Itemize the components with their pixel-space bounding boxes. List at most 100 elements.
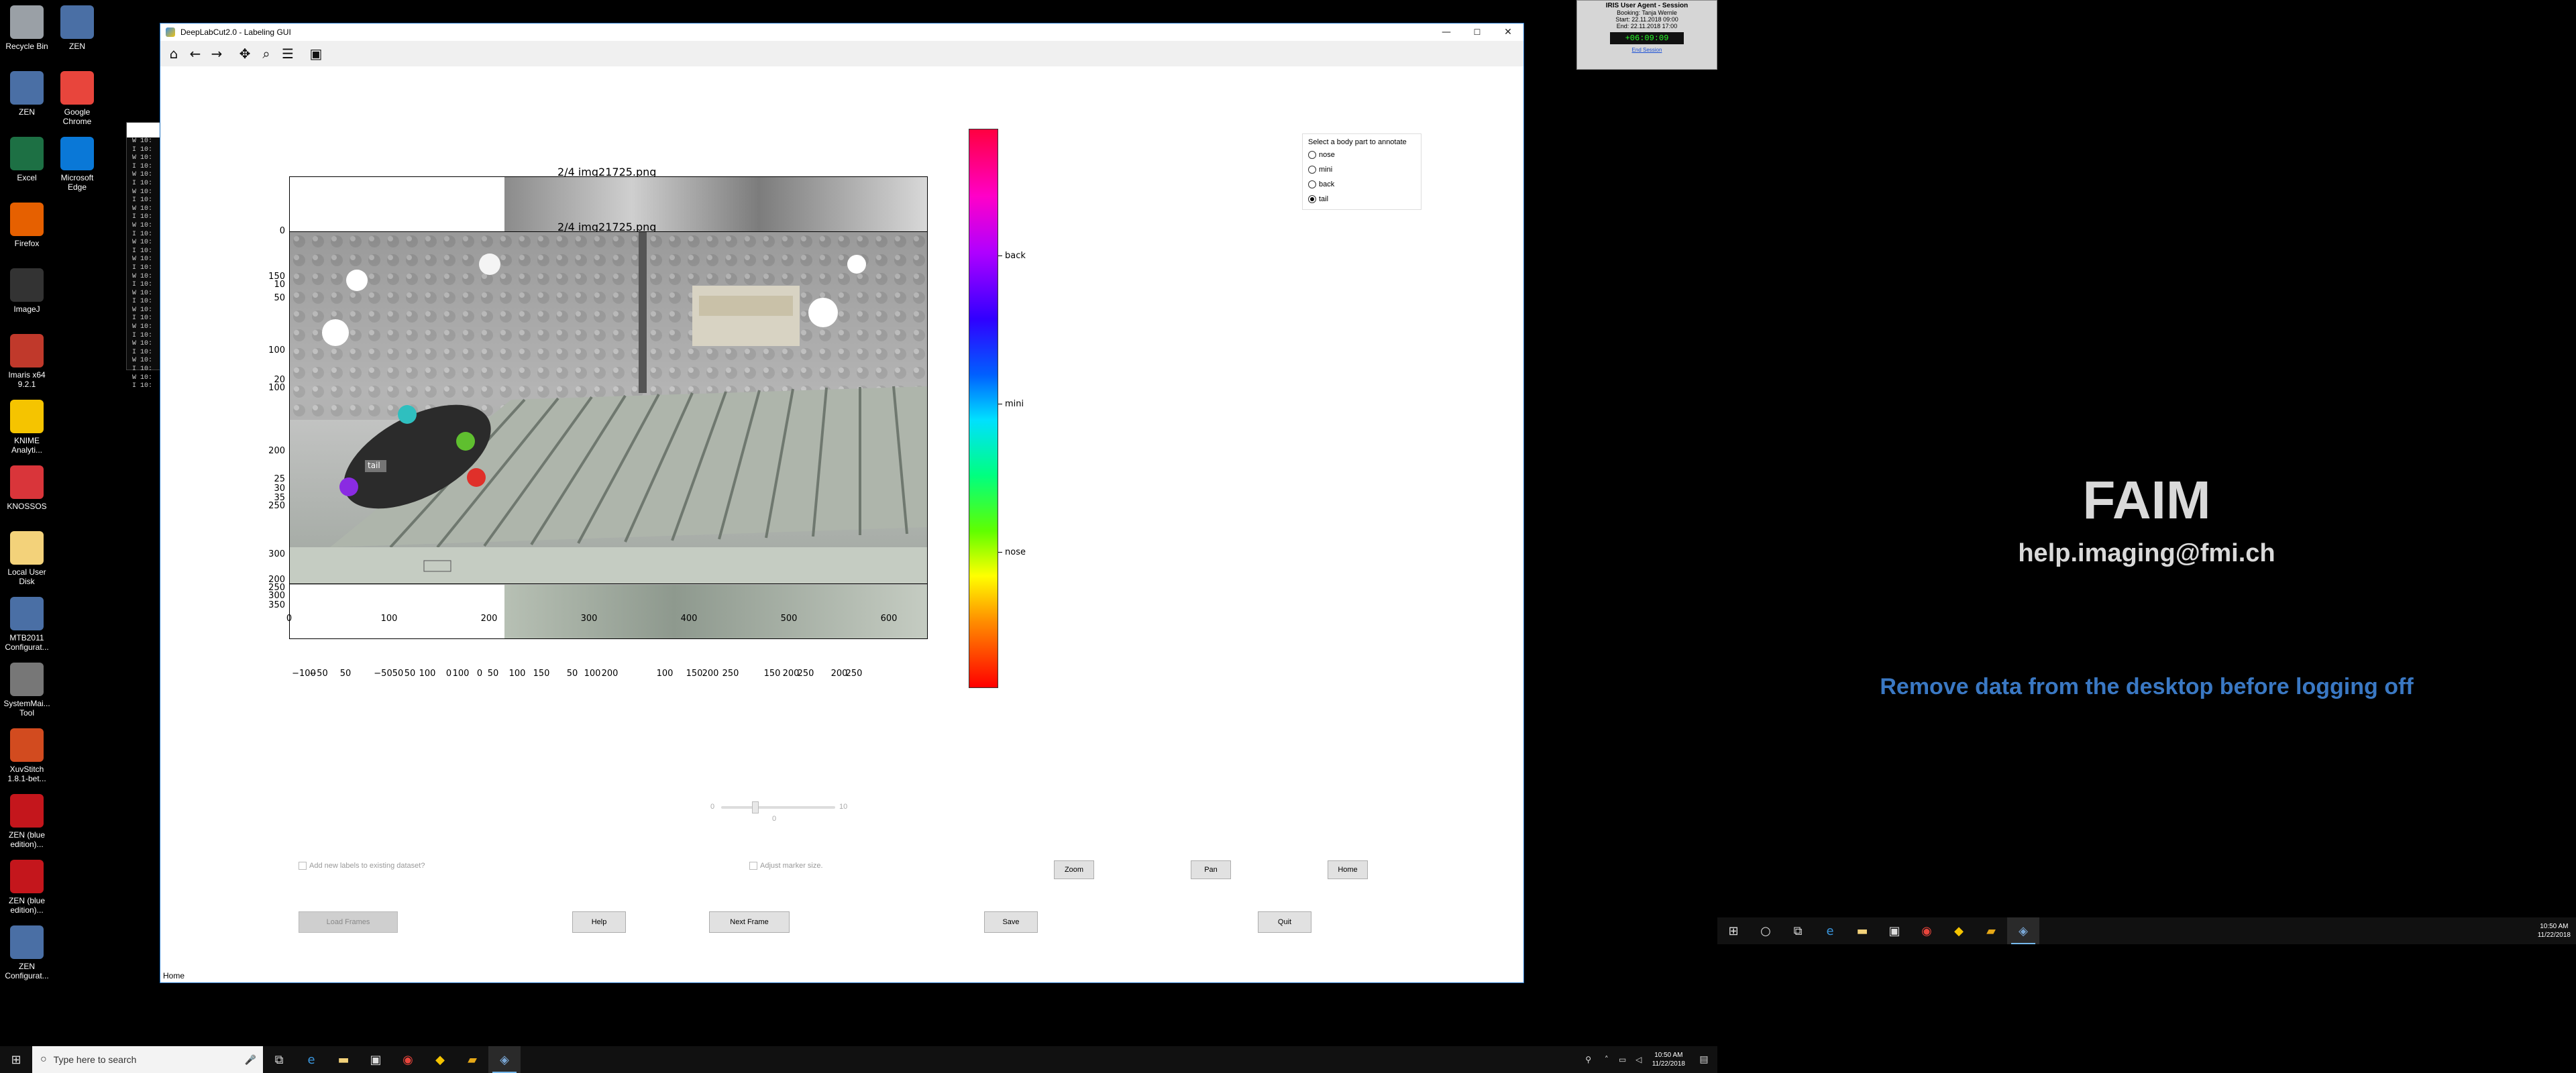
desktop-icon[interactable]: KNOSSOS <box>0 465 54 511</box>
home-icon[interactable]: ⌂ <box>164 44 183 63</box>
edge-taskbar-icon[interactable]: e <box>1814 917 1846 944</box>
minimize-button[interactable]: — <box>1431 23 1462 41</box>
desktop-icon-label: ZEN (blue edition)... <box>8 830 46 849</box>
desktop-icon[interactable]: XuvStitch 1.8.1-bet... <box>0 728 54 783</box>
colorbar-label-mini: mini <box>998 399 1024 409</box>
zoom-button[interactable]: Zoom <box>1054 860 1094 879</box>
network-icon[interactable]: ▭ <box>1615 1046 1631 1073</box>
desktop-icon[interactable]: ZEN <box>50 5 104 51</box>
add-labels-checkbox-row[interactable]: Add new labels to existing dataset? <box>299 862 425 870</box>
slider-thumb[interactable] <box>752 801 759 813</box>
pan-icon[interactable]: ✥ <box>235 44 254 63</box>
back-arrow-icon[interactable]: ← <box>186 44 205 63</box>
y-tick: 100 <box>268 345 285 355</box>
radio-button[interactable] <box>1308 195 1316 203</box>
explorer-taskbar-icon[interactable]: ▬ <box>1846 917 1878 944</box>
desktop-icon[interactable]: KNIME Analyti... <box>0 400 54 455</box>
cortana-icon[interactable]: ○ <box>1750 917 1782 944</box>
volume-icon[interactable]: ◁ <box>1631 1046 1647 1073</box>
chevron-up-icon[interactable]: ˄ <box>1599 1046 1615 1073</box>
desktop-icon[interactable]: Excel <box>0 137 54 182</box>
iris-booking: Booking: Tanja Wernle <box>1617 9 1677 16</box>
configure-subplots-icon[interactable]: ☰ <box>278 44 297 63</box>
home-button[interactable]: Home <box>1328 860 1368 879</box>
start-icon[interactable]: ⊞ <box>0 1046 32 1073</box>
wrench-icon <box>10 663 44 696</box>
microphone-icon[interactable]: 🎤 <box>245 1054 256 1066</box>
radio-button[interactable] <box>1308 180 1316 188</box>
knime-taskbar-icon[interactable]: ◆ <box>424 1046 456 1073</box>
save-icon[interactable]: ▣ <box>307 44 325 63</box>
desktop-icon[interactable]: SystemMai... Tool <box>0 663 54 718</box>
desktop-icon[interactable]: ZEN (blue edition)... <box>0 794 54 849</box>
desktop-icon[interactable]: MTB2011 Configurat... <box>0 597 54 652</box>
marker-size-checkbox[interactable] <box>749 862 757 870</box>
task-view-icon[interactable]: ⧉ <box>1782 917 1814 944</box>
sublime-taskbar-icon[interactable]: ▰ <box>456 1046 488 1073</box>
python-taskbar-icon[interactable]: ◈ <box>488 1046 521 1073</box>
desktop-icon[interactable]: Imaris x64 9.2.1 <box>0 334 54 389</box>
window-titlebar[interactable]: DeepLabCut2.0 - Labeling GUI — ☐ ✕ <box>160 23 1523 41</box>
radio-label: nose <box>1319 151 1335 159</box>
edge-icon <box>60 137 94 170</box>
chrome-taskbar-icon[interactable]: ◉ <box>392 1046 424 1073</box>
body-part-option-mini[interactable]: mini <box>1308 162 1415 177</box>
desktop-icon[interactable]: Firefox <box>0 203 54 248</box>
back-x-tick: 0 <box>445 669 452 679</box>
zoom-icon[interactable]: ⌕ <box>257 44 276 63</box>
frame-slider[interactable]: 0 10 0 <box>710 796 871 826</box>
store-taskbar-icon[interactable]: ▣ <box>1878 917 1911 944</box>
desktop-icon[interactable]: Microsoft Edge <box>50 137 104 192</box>
desktop-icon-label: ImageJ <box>13 304 40 314</box>
main-clock-time: 10:50 AM <box>1654 1052 1683 1059</box>
main-clock[interactable]: 10:50 AM 11/22/2018 <box>1647 1051 1690 1068</box>
back-x-tick: 200 <box>702 669 719 679</box>
save-button[interactable]: Save <box>984 911 1038 933</box>
desktop-icon[interactable]: ImageJ <box>0 268 54 314</box>
sublime-taskbar-icon[interactable]: ▰ <box>1975 917 2007 944</box>
store-taskbar-icon[interactable]: ▣ <box>360 1046 392 1073</box>
desktop-icon[interactable]: ZEN <box>0 71 54 117</box>
task-view-icon[interactable]: ⧉ <box>263 1046 295 1073</box>
edge-taskbar-icon[interactable]: e <box>295 1046 327 1073</box>
slider-track[interactable] <box>721 806 835 809</box>
python-taskbar-icon[interactable]: ◈ <box>2007 917 2039 944</box>
body-part-option-tail[interactable]: tail <box>1308 192 1415 207</box>
x-tick: 600 <box>880 614 898 624</box>
load-frames-button[interactable]: Load Frames <box>299 911 398 933</box>
taskbar-search[interactable]: ○ Type here to search 🎤 <box>32 1046 263 1073</box>
body-part-option-nose[interactable]: nose <box>1308 148 1415 162</box>
help-button[interactable]: Help <box>572 911 626 933</box>
iris-end-session-link[interactable]: End Session <box>1577 47 1717 53</box>
people-icon[interactable]: ⚲ <box>1578 1046 1599 1073</box>
notifications-icon[interactable]: ▤ <box>1690 1046 1717 1073</box>
desktop-icon[interactable]: Local User Disk <box>0 531 54 586</box>
plot-area[interactable]: 2/4 img21725.png 2/4 img21725.png tail 0… <box>268 166 928 679</box>
quit-button[interactable]: Quit <box>1258 911 1311 933</box>
body-part-option-back[interactable]: back <box>1308 177 1415 192</box>
desktop-icon[interactable]: Recycle Bin <box>0 5 54 51</box>
desktop-icon[interactable]: ZEN (blue edition)... <box>0 860 54 915</box>
add-labels-checkbox[interactable] <box>299 862 307 870</box>
desktop-icon[interactable]: ZEN Configurat... <box>0 925 54 980</box>
secondary-clock: 10:50 AM 11/22/2018 <box>2538 922 2576 940</box>
frame-image[interactable]: tail <box>289 231 928 584</box>
desktop-icon-label: Excel <box>17 173 37 182</box>
xuvstitch-icon <box>10 728 44 762</box>
x-tick: 100 <box>380 614 398 624</box>
colorbar <box>969 129 998 688</box>
pan-button[interactable]: Pan <box>1191 860 1231 879</box>
next-frame-button[interactable]: Next Frame <box>709 911 790 933</box>
radio-button[interactable] <box>1308 166 1316 174</box>
marker-size-checkbox-row[interactable]: Adjust marker size. <box>749 862 823 870</box>
knime-taskbar-icon[interactable]: ◆ <box>1943 917 1975 944</box>
mtb-icon <box>10 597 44 630</box>
explorer-taskbar-icon[interactable]: ▬ <box>327 1046 360 1073</box>
chrome-taskbar-icon[interactable]: ◉ <box>1911 917 1943 944</box>
close-button[interactable]: ✕ <box>1493 23 1523 41</box>
desktop-icon[interactable]: Google Chrome <box>50 71 104 126</box>
forward-arrow-icon[interactable]: → <box>207 44 226 63</box>
start-icon[interactable]: ⊞ <box>1717 917 1750 944</box>
radio-button[interactable] <box>1308 151 1316 159</box>
maximize-button[interactable]: ☐ <box>1462 23 1493 41</box>
